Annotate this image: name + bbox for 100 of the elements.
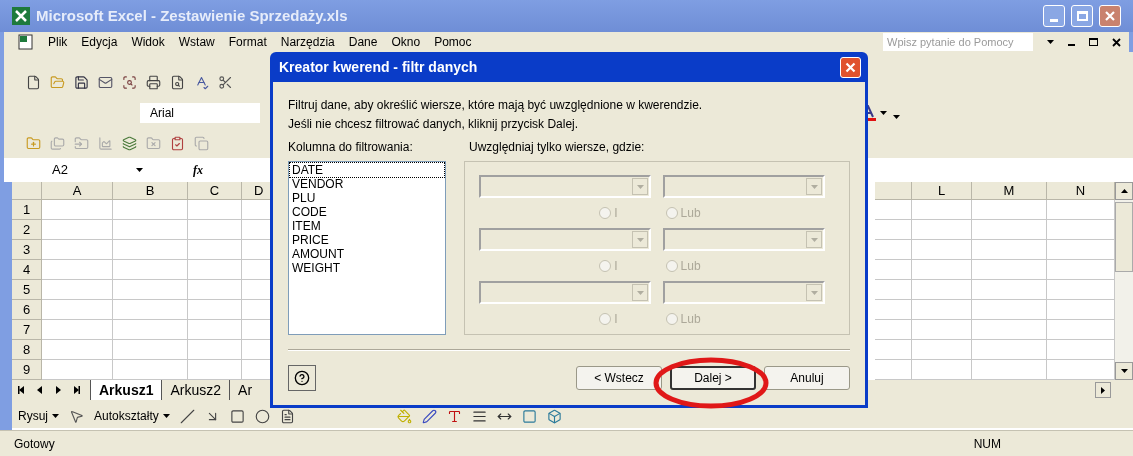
menu-item[interactable]: Okno <box>391 34 421 50</box>
caret-icon <box>52 414 59 418</box>
column-item[interactable]: DATE <box>290 163 445 177</box>
column-list[interactable]: DATE VENDOR PLU CODE ITEM PRICE AMOUNT WEIGHT <box>288 161 447 335</box>
row-header: 8 <box>12 340 42 360</box>
name-box[interactable]: A2 <box>16 160 136 180</box>
line-color-icon[interactable] <box>421 408 437 424</box>
font-name-field[interactable]: Arial <box>140 103 260 123</box>
intro-text: Filtruj dane, aby określić wiersze, które mają być uwzględnione w kwerendzie. <box>288 97 703 114</box>
row-header: 3 <box>12 240 42 260</box>
tab-scroll-icon[interactable] <box>72 386 80 394</box>
scroll-up-icon <box>1120 189 1128 193</box>
dropdown-caret-icon <box>1047 40 1054 44</box>
wizard-button[interactable]: < Wstecz <box>576 366 662 390</box>
text-box-icon[interactable] <box>279 408 295 424</box>
autoshapes-menu-button[interactable]: Autokształty <box>94 407 170 425</box>
wizard-button[interactable]: Anuluj <box>764 366 850 390</box>
function-label: fx <box>193 162 203 179</box>
tab-scroll-icon[interactable] <box>18 386 26 394</box>
caret-icon <box>810 184 818 189</box>
caret-icon <box>810 290 818 295</box>
column-header: N <box>1047 182 1115 200</box>
close-button[interactable] <box>840 56 861 78</box>
close-icon <box>1104 10 1116 22</box>
row-header: 1 <box>12 200 42 220</box>
cursor-icon[interactable] <box>69 408 84 424</box>
sheet-tab[interactable]: Arkusz1 <box>90 380 162 400</box>
line-style-icon[interactable] <box>471 408 487 424</box>
intro-text: Jeśli nie chcesz filtrować danych, kliknij przycisk Dalej. <box>288 116 579 133</box>
search-icon[interactable] <box>122 74 137 90</box>
column-header <box>875 182 912 200</box>
scroll-down-icon <box>1120 369 1128 373</box>
print-preview-icon[interactable] <box>170 74 185 90</box>
status-text: Gotowy <box>14 435 55 453</box>
help-icon <box>294 370 310 386</box>
excel-logo-icon <box>12 7 30 25</box>
line-icon[interactable] <box>179 408 195 424</box>
column-label: Kolumna do filtrowania: <box>288 139 414 156</box>
menu-item[interactable]: Widok <box>131 34 165 50</box>
tab-scroll-icon[interactable] <box>36 386 44 394</box>
wizard-button[interactable]: Dalej > <box>670 366 756 390</box>
row-header: 9 <box>12 360 42 380</box>
help-search-field[interactable]: Wpisz pytanie do Pomocy <box>883 33 1033 51</box>
column-item[interactable]: AMOUNT <box>290 247 445 261</box>
tab-scroll-icon[interactable] <box>54 386 62 394</box>
mail-icon[interactable] <box>98 74 113 90</box>
menu-item[interactable]: Pomoc <box>434 34 472 50</box>
caret-icon <box>636 290 644 295</box>
close-icon <box>845 61 856 73</box>
column-header: A <box>42 182 113 200</box>
row-header: 6 <box>12 300 42 320</box>
save-icon[interactable] <box>74 74 89 90</box>
rectangle-icon[interactable] <box>229 408 245 424</box>
menu-item[interactable]: Narzędzia <box>280 34 335 50</box>
horizontal-scroll-button[interactable] <box>1095 382 1111 398</box>
window-title: Microsoft Excel - Zestawienie Sprzedaży.xls <box>36 5 348 26</box>
help-button[interactable] <box>288 365 316 391</box>
vertical-scrollbar[interactable] <box>1115 182 1133 380</box>
menu-item[interactable]: Plik <box>48 34 68 50</box>
spell-check-icon[interactable] <box>194 74 209 90</box>
row-header: 7 <box>12 320 42 340</box>
ellipse-icon[interactable] <box>254 408 270 424</box>
row-header: 5 <box>12 280 42 300</box>
column-item[interactable]: PRICE <box>290 233 445 247</box>
close-icon[interactable] <box>1112 37 1121 47</box>
row-header: 4 <box>12 260 42 280</box>
dialog-title: Kreator kwerend - filtr danych <box>279 57 478 77</box>
cube-icon[interactable] <box>546 408 562 424</box>
caret-icon <box>162 414 170 418</box>
restore-icon[interactable] <box>1089 38 1098 46</box>
row-header: 2 <box>12 220 42 240</box>
column-header: L <box>912 182 972 200</box>
menu-item[interactable]: Edycja <box>81 34 118 50</box>
column-header: C <box>188 182 242 200</box>
toolbar-options-icon <box>893 115 900 119</box>
menu-item[interactable]: Wstaw <box>178 34 215 50</box>
num-lock-indicator: NUM <box>973 435 1001 453</box>
printer-icon[interactable] <box>146 74 161 90</box>
new-file-icon[interactable] <box>26 74 41 90</box>
caret-icon <box>636 184 644 189</box>
caret-icon <box>880 111 887 115</box>
caret-icon <box>810 237 818 242</box>
column-item[interactable]: ITEM <box>290 219 445 233</box>
clipboard-icon[interactable] <box>170 135 185 151</box>
menu-item[interactable]: Format <box>228 34 267 50</box>
scissors-icon[interactable] <box>218 74 233 90</box>
condition-label: Uwzględniaj tylko wiersze, gdzie: <box>469 139 645 156</box>
folder-input-icon[interactable] <box>74 135 89 151</box>
column-header: B <box>113 182 188 200</box>
menu-item[interactable]: Dane <box>348 34 378 50</box>
draw-menu-button[interactable]: Rysuj <box>18 407 59 425</box>
shadow-icon[interactable] <box>521 408 537 424</box>
font-color-icon[interactable] <box>446 408 462 424</box>
name-box-caret-icon <box>136 168 143 172</box>
column-item[interactable]: CODE <box>290 205 445 219</box>
column-item[interactable]: WEIGHT <box>290 261 445 275</box>
fill-color-icon[interactable] <box>396 408 412 424</box>
caret-icon <box>636 237 644 242</box>
layers-icon[interactable] <box>122 135 137 151</box>
workbook-icon[interactable] <box>18 34 34 50</box>
